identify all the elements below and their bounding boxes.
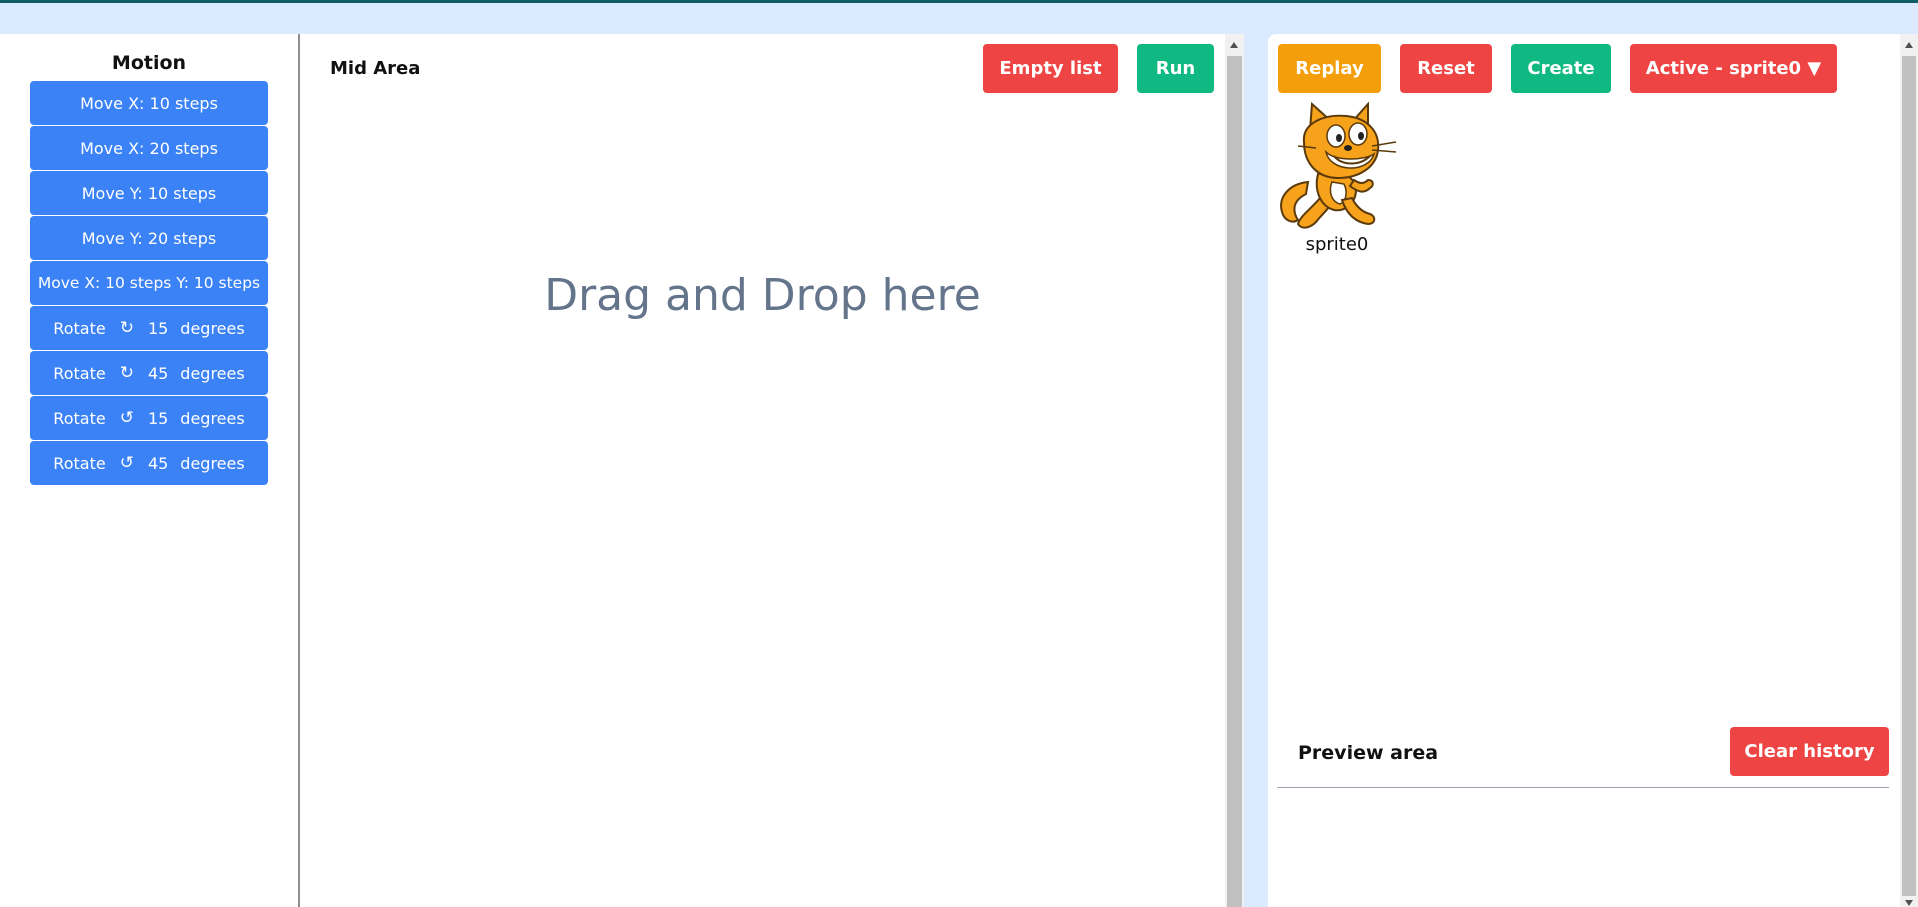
mid-area[interactable]: Mid Area Empty list Run Drag and Drop he… bbox=[300, 34, 1225, 907]
rotate-counterclockwise-icon: ↺ bbox=[119, 407, 134, 428]
rotate-clockwise-15-block[interactable]: Rotate ↻ 15 degrees bbox=[30, 306, 268, 350]
block-label: Move Y: 20 steps bbox=[81, 228, 217, 248]
move-y-10-block[interactable]: Move Y: 10 steps bbox=[30, 171, 268, 215]
top-bar bbox=[0, 3, 1918, 34]
block-value: 45 bbox=[147, 453, 169, 473]
mid-area-scrollbar[interactable] bbox=[1225, 34, 1244, 907]
create-button[interactable]: Create bbox=[1511, 44, 1611, 93]
sidebar-title: Motion bbox=[111, 52, 187, 74]
block-value: 15 bbox=[147, 318, 169, 338]
sidebar: Motion Move X: 10 steps Move X: 20 steps… bbox=[0, 34, 300, 907]
rotate-counterclockwise-45-block[interactable]: Rotate ↺ 45 degrees bbox=[30, 441, 268, 485]
scroll-up-arrow-icon[interactable] bbox=[1905, 42, 1913, 48]
block-label: Move X: 20 steps bbox=[80, 138, 218, 158]
rotate-clockwise-icon: ↻ bbox=[119, 317, 134, 338]
block-label: Move X: 10 steps bbox=[80, 93, 218, 113]
replay-button[interactable]: Replay bbox=[1278, 44, 1381, 93]
block-suffix: degrees bbox=[180, 363, 245, 383]
rotate-clockwise-45-block[interactable]: Rotate ↻ 45 degrees bbox=[30, 351, 268, 395]
block-prefix: Rotate bbox=[53, 363, 106, 383]
scroll-down-arrow-icon[interactable] bbox=[1905, 900, 1913, 906]
sprite-cat-image[interactable] bbox=[1276, 101, 1398, 234]
block-suffix: degrees bbox=[180, 453, 245, 473]
move-x-20-block[interactable]: Move X: 20 steps bbox=[30, 126, 268, 170]
block-prefix: Rotate bbox=[53, 318, 106, 338]
page-scrollbar[interactable] bbox=[1900, 34, 1918, 907]
move-xy-block[interactable]: Move X: 10 steps Y: 10 steps bbox=[30, 261, 268, 305]
rotate-counterclockwise-icon: ↺ bbox=[119, 452, 134, 473]
active-sprite-dropdown[interactable]: Active - sprite0 ▼ bbox=[1630, 44, 1837, 93]
block-value: 15 bbox=[147, 408, 169, 428]
drop-zone-placeholder: Drag and Drop here bbox=[544, 270, 981, 321]
block-prefix: Rotate bbox=[53, 453, 106, 473]
scroll-up-arrow-icon[interactable] bbox=[1230, 42, 1238, 48]
rotate-counterclockwise-15-block[interactable]: Rotate ↺ 15 degrees bbox=[30, 396, 268, 440]
preview-divider bbox=[1277, 787, 1889, 788]
block-label: Move X: 10 steps Y: 10 steps bbox=[37, 274, 261, 292]
mid-area-title: Mid Area bbox=[330, 58, 421, 79]
preview-area-title: Preview area bbox=[1298, 742, 1439, 764]
run-button[interactable]: Run bbox=[1137, 44, 1214, 93]
block-prefix: Rotate bbox=[53, 408, 106, 428]
empty-list-button[interactable]: Empty list bbox=[983, 44, 1118, 93]
sprite-name-label: sprite0 bbox=[1305, 234, 1369, 255]
scrollbar-thumb[interactable] bbox=[1227, 56, 1242, 907]
clear-history-button[interactable]: Clear history bbox=[1730, 727, 1889, 776]
block-suffix: degrees bbox=[180, 408, 245, 428]
scrollbar-thumb[interactable] bbox=[1902, 56, 1916, 896]
reset-button[interactable]: Reset bbox=[1400, 44, 1492, 93]
move-x-10-block[interactable]: Move X: 10 steps bbox=[30, 81, 268, 125]
block-suffix: degrees bbox=[180, 318, 245, 338]
move-y-20-block[interactable]: Move Y: 20 steps bbox=[30, 216, 268, 260]
preview-panel: Replay Reset Create Active - sprite0 ▼ s… bbox=[1268, 34, 1900, 907]
rotate-clockwise-icon: ↻ bbox=[119, 362, 134, 383]
block-value: 45 bbox=[147, 363, 169, 383]
block-label: Move Y: 10 steps bbox=[81, 183, 217, 203]
